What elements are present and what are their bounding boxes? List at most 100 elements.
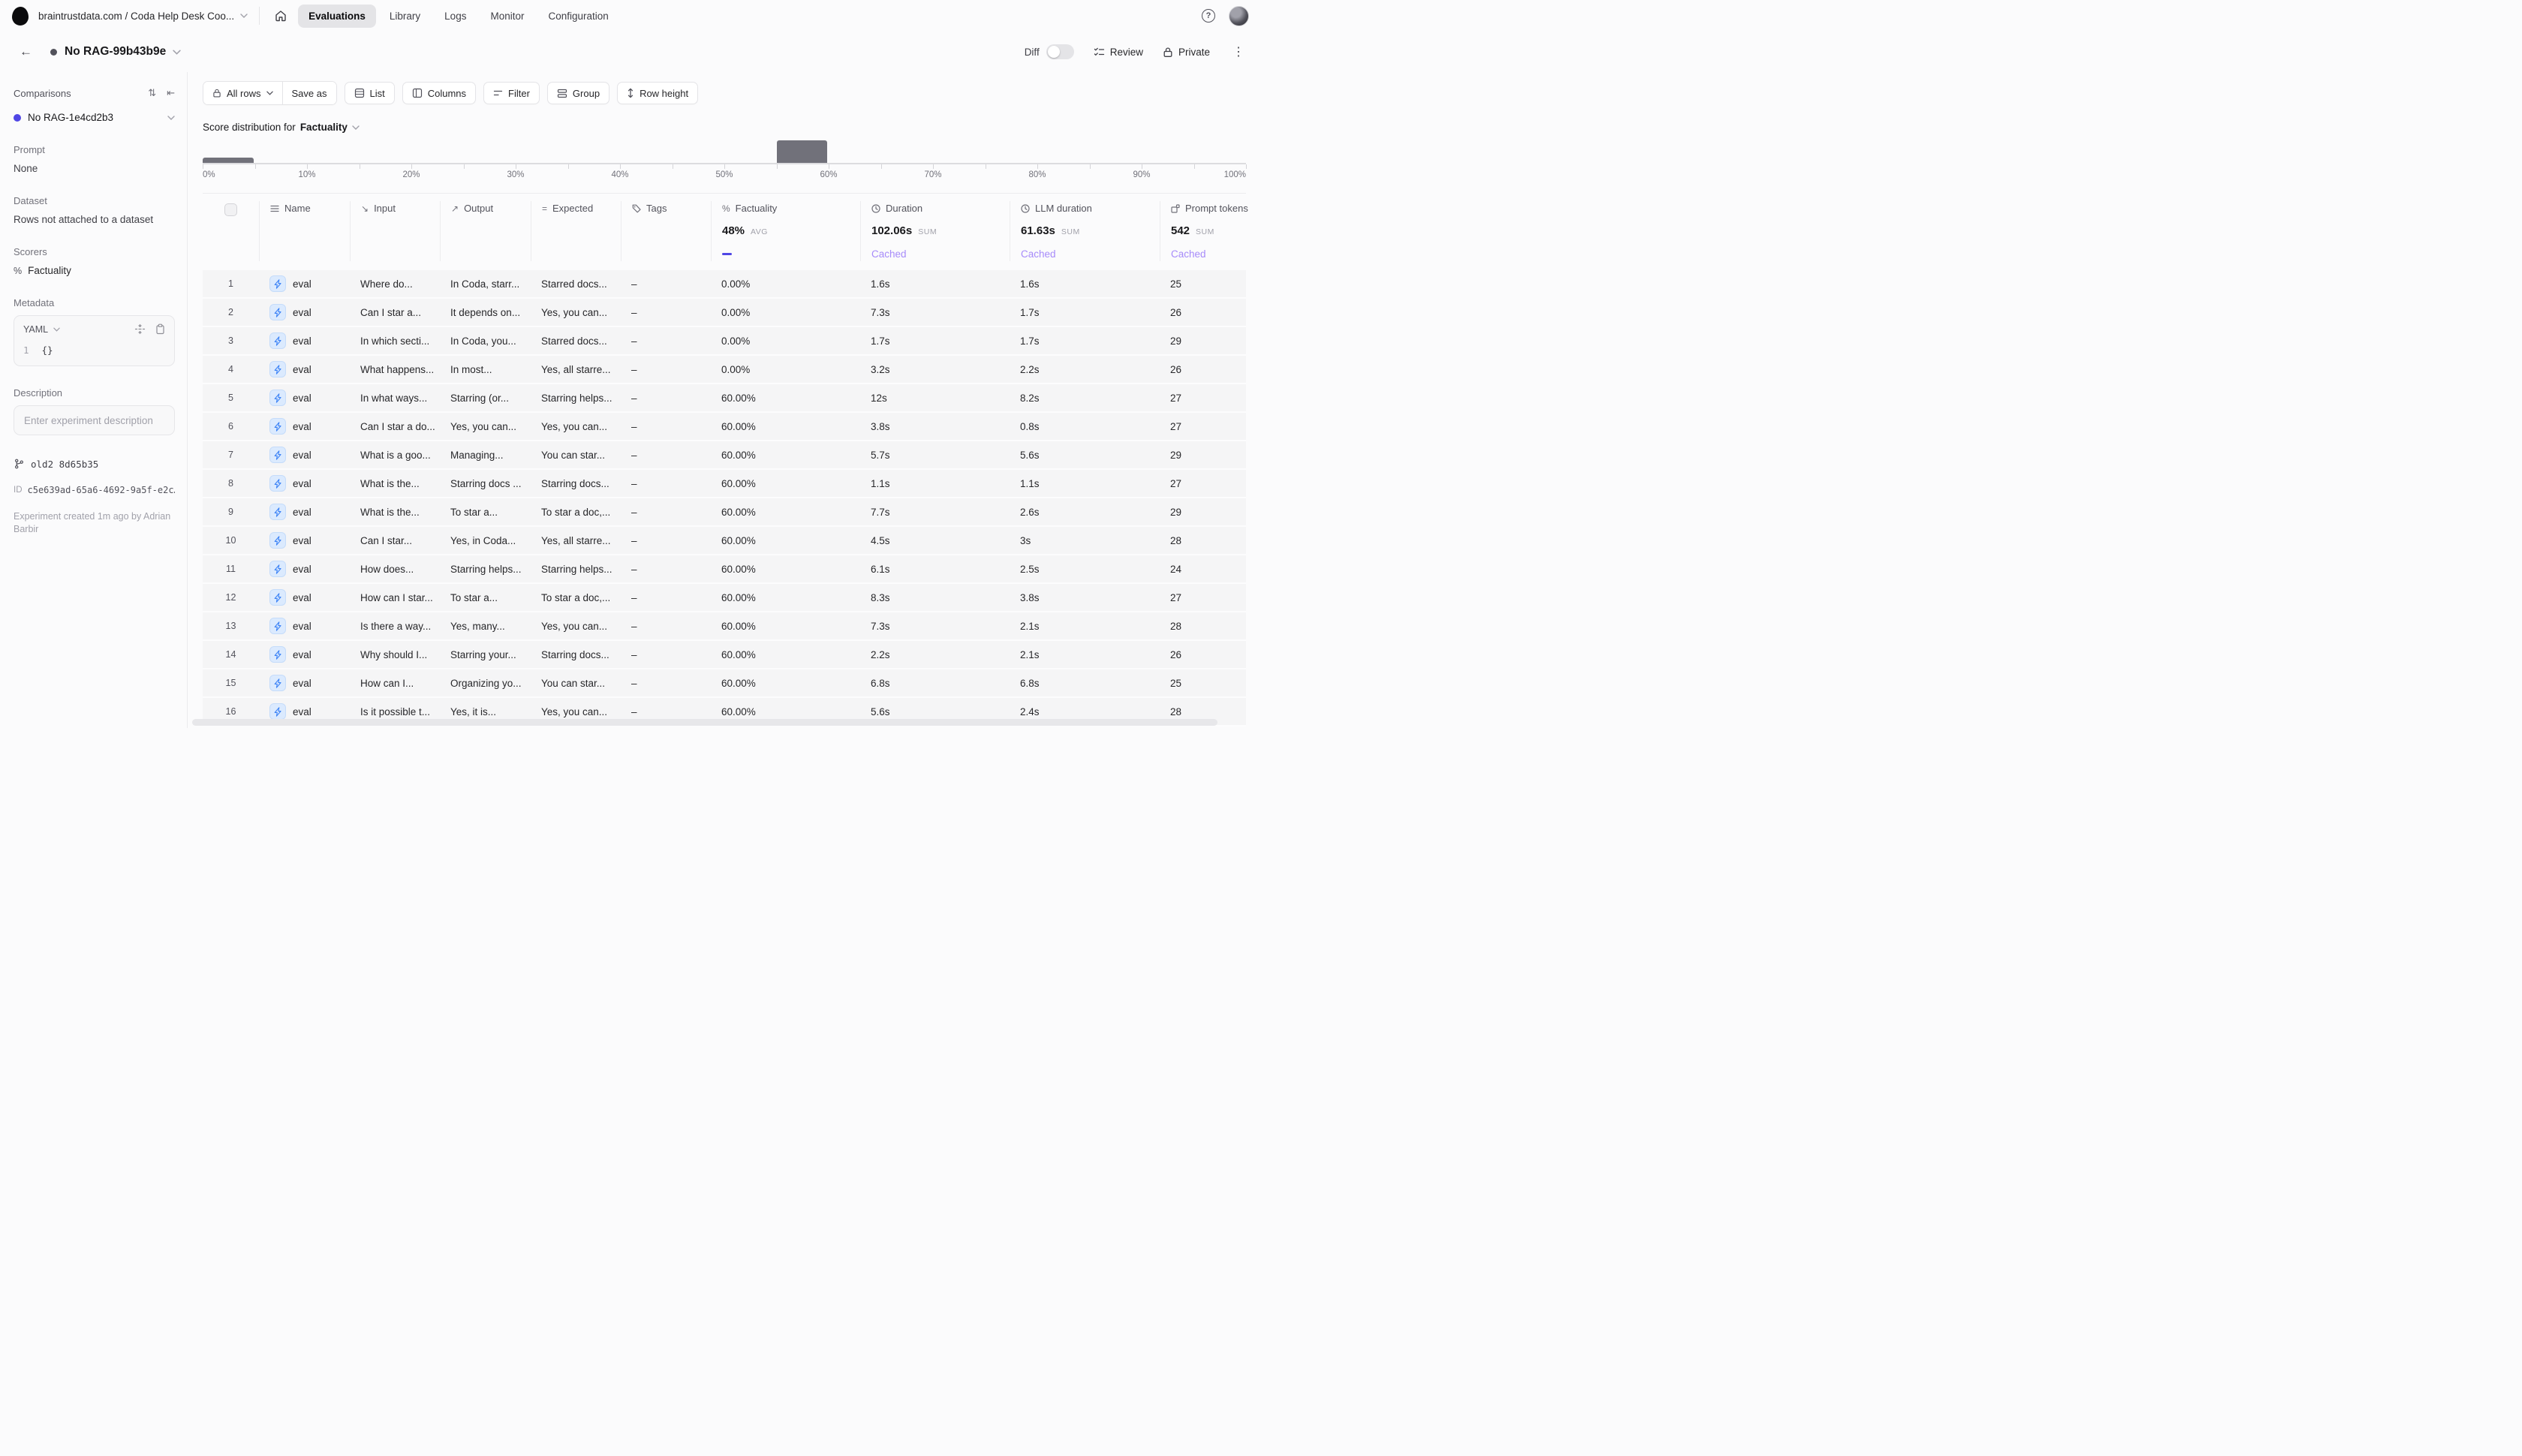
scrollbar-thumb[interactable] <box>192 719 1217 726</box>
comparison-item[interactable]: No RAG-1e4cd2b3 <box>14 112 175 123</box>
table-row[interactable]: 9 eval What is the... To star a... To st… <box>203 498 1246 527</box>
row-name-cell[interactable]: eval <box>259 703 350 720</box>
row-tags-cell[interactable]: – <box>621 706 711 717</box>
row-tags-cell[interactable]: – <box>621 393 711 404</box>
experiment-id-row[interactable]: ID c5e639ad-65a6-4692-9a5f-e2c… <box>14 485 175 495</box>
row-output-cell[interactable]: Yes, it is... <box>440 706 531 717</box>
row-input-cell[interactable]: Is it possible t... <box>350 706 440 717</box>
row-llm-duration-cell[interactable]: 2.4s <box>1010 706 1160 717</box>
row-prompt-tokens-cell[interactable]: 28 <box>1160 621 1246 632</box>
row-height-button[interactable]: Row height <box>617 82 698 104</box>
row-name-cell[interactable]: eval <box>259 561 350 577</box>
row-llm-duration-cell[interactable]: 1.7s <box>1010 307 1160 318</box>
histogram-bar[interactable] <box>777 140 828 163</box>
table-row[interactable]: 6 eval Can I star a do... Yes, you can..… <box>203 413 1246 441</box>
row-llm-duration-cell[interactable]: 8.2s <box>1010 393 1160 404</box>
row-llm-duration-cell[interactable]: 2.5s <box>1010 564 1160 575</box>
row-prompt-tokens-cell[interactable]: 27 <box>1160 421 1246 432</box>
row-expected-cell[interactable]: Yes, all starre... <box>531 535 621 546</box>
row-output-cell[interactable]: It depends on... <box>440 307 531 318</box>
row-duration-cell[interactable]: 1.7s <box>860 335 1010 347</box>
git-branch-row[interactable]: old2 8d65b35 <box>14 458 175 470</box>
scorer-item[interactable]: % Factuality <box>14 265 175 276</box>
row-input-cell[interactable]: What is a goo... <box>350 450 440 461</box>
row-llm-duration-cell[interactable]: 3s <box>1010 535 1160 546</box>
row-input-cell[interactable]: Is there a way... <box>350 621 440 632</box>
row-expected-cell[interactable]: To star a doc,... <box>531 592 621 603</box>
row-tags-cell[interactable]: – <box>621 592 711 603</box>
all-rows-button[interactable]: All rows <box>203 82 282 104</box>
row-output-cell[interactable]: Managing... <box>440 450 531 461</box>
column-header-duration[interactable]: Duration 102.06sSUM Cached <box>860 201 1010 261</box>
row-name-cell[interactable]: eval <box>259 618 350 634</box>
row-duration-cell[interactable]: 4.5s <box>860 535 1010 546</box>
column-header-llm-duration[interactable]: LLM duration 61.63sSUM Cached <box>1010 201 1160 261</box>
row-factuality-cell[interactable]: 60.00% <box>711 564 860 575</box>
row-tags-cell[interactable]: – <box>621 450 711 461</box>
row-name-cell[interactable]: eval <box>259 475 350 492</box>
row-prompt-tokens-cell[interactable]: 28 <box>1160 535 1246 546</box>
row-output-cell[interactable]: Starring your... <box>440 649 531 660</box>
table-row[interactable]: 13 eval Is there a way... Yes, many... Y… <box>203 612 1246 641</box>
row-duration-cell[interactable]: 6.8s <box>860 678 1010 689</box>
table-row[interactable]: 8 eval What is the... Starring docs ... … <box>203 470 1246 498</box>
table-row[interactable]: 7 eval What is a goo... Managing... You … <box>203 441 1246 470</box>
row-name-cell[interactable]: eval <box>259 361 350 378</box>
row-output-cell[interactable]: Yes, in Coda... <box>440 535 531 546</box>
histogram-bar[interactable] <box>203 158 254 163</box>
metadata-content[interactable]: {} <box>42 344 53 356</box>
row-name-cell[interactable]: eval <box>259 275 350 292</box>
list-view-button[interactable]: List <box>345 82 395 104</box>
row-output-cell[interactable]: To star a... <box>440 507 531 518</box>
row-input-cell[interactable]: How can I star... <box>350 592 440 603</box>
row-expected-cell[interactable]: Yes, you can... <box>531 706 621 717</box>
tab-monitor[interactable]: Monitor <box>480 5 534 28</box>
column-header-prompt-tokens[interactable]: Prompt tokens 542SUM Cached <box>1160 201 1246 261</box>
row-duration-cell[interactable]: 5.6s <box>860 706 1010 717</box>
row-prompt-tokens-cell[interactable]: 27 <box>1160 478 1246 489</box>
column-header-expected[interactable]: =Expected <box>531 201 621 261</box>
row-llm-duration-cell[interactable]: 1.1s <box>1010 478 1160 489</box>
tab-evaluations[interactable]: Evaluations <box>298 5 376 28</box>
row-prompt-tokens-cell[interactable]: 29 <box>1160 335 1246 347</box>
table-row[interactable]: 2 eval Can I star a... It depends on... … <box>203 299 1246 327</box>
row-name-cell[interactable]: eval <box>259 504 350 520</box>
row-factuality-cell[interactable]: 0.00% <box>711 307 860 318</box>
row-duration-cell[interactable]: 1.6s <box>860 278 1010 290</box>
row-duration-cell[interactable]: 7.7s <box>860 507 1010 518</box>
row-expected-cell[interactable]: Yes, all starre... <box>531 364 621 375</box>
chevron-down-icon[interactable] <box>173 50 181 55</box>
row-name-cell[interactable]: eval <box>259 646 350 663</box>
row-expected-cell[interactable]: To star a doc,... <box>531 507 621 518</box>
row-output-cell[interactable]: Starring docs ... <box>440 478 531 489</box>
help-icon[interactable]: ? <box>1202 9 1215 23</box>
row-output-cell[interactable]: In most... <box>440 364 531 375</box>
row-tags-cell[interactable]: – <box>621 535 711 546</box>
row-factuality-cell[interactable]: 60.00% <box>711 421 860 432</box>
sort-icon[interactable]: ⇅ <box>148 87 156 99</box>
diff-toggle[interactable] <box>1046 44 1074 59</box>
row-llm-duration-cell[interactable]: 2.6s <box>1010 507 1160 518</box>
copy-icon[interactable] <box>155 323 165 335</box>
row-factuality-cell[interactable]: 60.00% <box>711 393 860 404</box>
column-header-tags[interactable]: Tags <box>621 201 711 261</box>
row-name-cell[interactable]: eval <box>259 447 350 463</box>
row-input-cell[interactable]: What is the... <box>350 478 440 489</box>
row-input-cell[interactable]: What is the... <box>350 507 440 518</box>
row-tags-cell[interactable]: – <box>621 335 711 347</box>
row-tags-cell[interactable]: – <box>621 421 711 432</box>
tab-library[interactable]: Library <box>379 5 431 28</box>
row-tags-cell[interactable]: – <box>621 649 711 660</box>
row-tags-cell[interactable]: – <box>621 478 711 489</box>
row-prompt-tokens-cell[interactable]: 25 <box>1160 278 1246 290</box>
row-name-cell[interactable]: eval <box>259 332 350 349</box>
row-factuality-cell[interactable]: 0.00% <box>711 278 860 290</box>
fold-icon[interactable] <box>134 323 146 335</box>
row-duration-cell[interactable]: 5.7s <box>860 450 1010 461</box>
row-name-cell[interactable]: eval <box>259 589 350 606</box>
home-icon[interactable] <box>271 6 290 26</box>
row-duration-cell[interactable]: 1.1s <box>860 478 1010 489</box>
table-row[interactable]: 14 eval Why should I... Starring your...… <box>203 641 1246 669</box>
row-input-cell[interactable]: Where do... <box>350 278 440 290</box>
row-expected-cell[interactable]: Starring docs... <box>531 478 621 489</box>
